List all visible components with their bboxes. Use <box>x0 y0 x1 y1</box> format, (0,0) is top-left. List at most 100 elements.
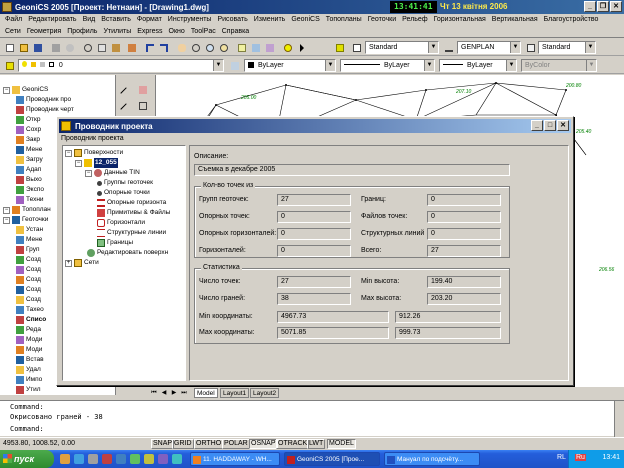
tree-item[interactable]: Тахео <box>16 305 44 315</box>
undo-icon[interactable] <box>143 41 156 54</box>
arrow-icon[interactable] <box>297 41 310 54</box>
linetype-select[interactable]: ByLayer ▼ <box>340 59 435 72</box>
tree-node-edit-surface[interactable]: Редактировать поверхн <box>87 248 168 258</box>
tree-item[interactable]: Встав <box>16 355 44 365</box>
tree-item[interactable]: − GeoniCS <box>3 85 48 95</box>
zoom-previous-icon[interactable] <box>217 41 230 54</box>
plotstyle-select[interactable]: ByColor ▼ <box>521 59 597 72</box>
layer-manager-icon[interactable] <box>3 59 16 72</box>
tree-item[interactable]: Импо <box>16 375 42 385</box>
tree-item[interactable]: Созд <box>16 265 41 275</box>
tree-node-ref-contours[interactable]: Опорные горизонта <box>97 198 166 208</box>
command-scrollbar[interactable] <box>614 401 624 437</box>
tree-item[interactable]: − Геоточки <box>3 215 48 225</box>
lineweight-select[interactable]: ByLayer ▼ <box>439 59 517 72</box>
start-button[interactable]: пуск <box>0 450 54 468</box>
tree-item[interactable]: Проводник черт <box>16 105 74 115</box>
quicklaunch-icon[interactable] <box>172 454 182 464</box>
menu-toolpac[interactable]: ToolPac <box>188 26 219 37</box>
layer-select[interactable]: 0 ▼ <box>18 59 224 72</box>
collapse-icon[interactable]: − <box>3 216 10 224</box>
dim-style-select[interactable]: GENPLAN ▼ <box>457 41 521 54</box>
menu-format[interactable]: Формат <box>134 14 165 26</box>
menu-draw[interactable]: Рисовать <box>214 14 250 26</box>
next-tab-icon[interactable]: ▶ <box>170 389 178 397</box>
tree-item[interactable]: Проводник про <box>16 95 71 105</box>
tab-layout2[interactable]: Layout2 <box>250 388 280 398</box>
model-toggle[interactable]: MODEL <box>327 439 356 449</box>
menu-file[interactable]: Файл <box>2 14 25 26</box>
close-button[interactable]: ✕ <box>610 1 622 12</box>
menu-vertical[interactable]: Вертикальная <box>489 14 541 26</box>
collapse-icon[interactable]: − <box>75 159 82 167</box>
tree-item[interactable]: Созд <box>16 285 41 295</box>
menu-edit[interactable]: Редактировать <box>25 14 79 26</box>
cut-icon[interactable] <box>81 41 94 54</box>
menu-express[interactable]: Express <box>134 26 165 37</box>
tree-node-breaklines[interactable]: Структурные линии <box>97 228 166 238</box>
help-icon[interactable] <box>281 41 294 54</box>
lwt-toggle[interactable]: LWT <box>307 439 326 449</box>
restore-button[interactable]: ❐ <box>597 1 609 12</box>
tree-item[interactable]: Моди <box>16 335 42 345</box>
color-select[interactable]: ByLayer ▼ <box>244 59 336 72</box>
construction-line-icon[interactable] <box>119 99 132 115</box>
text-style-icon[interactable] <box>350 41 363 54</box>
collapse-icon[interactable]: − <box>85 169 92 177</box>
match-properties-icon[interactable] <box>125 41 138 54</box>
layers-icon[interactable] <box>333 41 346 54</box>
ortho-toggle[interactable]: ORTHO <box>194 439 224 449</box>
tree-item[interactable]: Откр <box>16 115 41 125</box>
quicklaunch-icon[interactable] <box>102 454 112 464</box>
save-icon[interactable] <box>31 41 44 54</box>
menu-insert[interactable]: Вставить <box>98 14 134 26</box>
tree-item[interactable]: Созд <box>16 295 41 305</box>
menu-topoplans[interactable]: Топопланы <box>323 14 365 26</box>
paste-icon[interactable] <box>109 41 122 54</box>
collapse-icon[interactable]: − <box>3 86 10 94</box>
tree-item[interactable]: Моди <box>16 345 42 355</box>
tree-node-surface-12-055[interactable]: − 12_055 <box>75 158 118 168</box>
polar-toggle[interactable]: POLAR <box>222 439 250 449</box>
tree-node-ref-points[interactable]: Опорные точки <box>97 188 150 198</box>
tree-item[interactable]: Устан <box>16 225 43 235</box>
menu-modify[interactable]: Изменить <box>251 14 289 26</box>
copy-object-icon[interactable] <box>136 99 149 112</box>
tree-item[interactable]: Утил <box>16 385 41 395</box>
make-layer-current-icon[interactable] <box>228 59 241 72</box>
taskbar-item-manual[interactable]: Мануал по подсчёту... <box>384 452 480 466</box>
minimize-button[interactable]: _ <box>584 1 596 12</box>
menu-networks[interactable]: Сети <box>2 26 24 37</box>
menu-tools[interactable]: Инструменты <box>165 14 215 26</box>
menu-geonics[interactable]: GeoniCS <box>288 14 322 26</box>
tree-item[interactable]: Экспо <box>16 185 44 195</box>
design-center-icon[interactable] <box>249 41 262 54</box>
menu-window[interactable]: Окно <box>166 26 188 37</box>
menu-horizontal[interactable]: Горизонтальная <box>431 14 489 26</box>
dialog-maximize-button[interactable]: □ <box>544 120 556 131</box>
tree-item[interactable]: Выхо <box>16 175 42 185</box>
grid-toggle[interactable]: GRID <box>172 439 194 449</box>
tree-item[interactable]: Загру <box>16 155 43 165</box>
dialog-menu-project-explorer[interactable]: Проводник проекта <box>61 134 124 144</box>
tree-node-boundaries[interactable]: Границы <box>97 238 133 248</box>
prev-tab-icon[interactable]: ◀ <box>160 389 168 397</box>
tree-item[interactable]: − Топоплан <box>3 205 51 215</box>
menu-geometry[interactable]: Геометрия <box>24 26 64 37</box>
tree-node-primitives-files[interactable]: Примитивы & Файлы <box>97 208 170 218</box>
menu-relief[interactable]: Рельеф <box>399 14 430 26</box>
window-title-bar[interactable]: GeoniCS 2005 [Проект: Нетнаин] - [Drawin… <box>0 0 624 14</box>
description-field[interactable]: Съемка в декабре 2005 <box>194 164 510 176</box>
collapse-icon[interactable]: − <box>3 206 10 214</box>
menu-profile[interactable]: Профиль <box>64 26 100 37</box>
tool-palettes-icon[interactable] <box>263 41 276 54</box>
tree-item[interactable]: Удал <box>16 365 41 375</box>
menu-landscaping[interactable]: Благоустройство <box>541 14 602 26</box>
tree-item[interactable]: Мене <box>16 145 42 155</box>
dialog-close-button[interactable]: ✕ <box>557 120 569 131</box>
redo-icon[interactable] <box>157 41 170 54</box>
menu-utilities[interactable]: Утилиты <box>100 26 134 37</box>
snap-toggle[interactable]: SNAP <box>151 439 175 449</box>
tree-item[interactable]: Списо <box>16 315 46 325</box>
menu-help[interactable]: Справка <box>219 26 252 37</box>
